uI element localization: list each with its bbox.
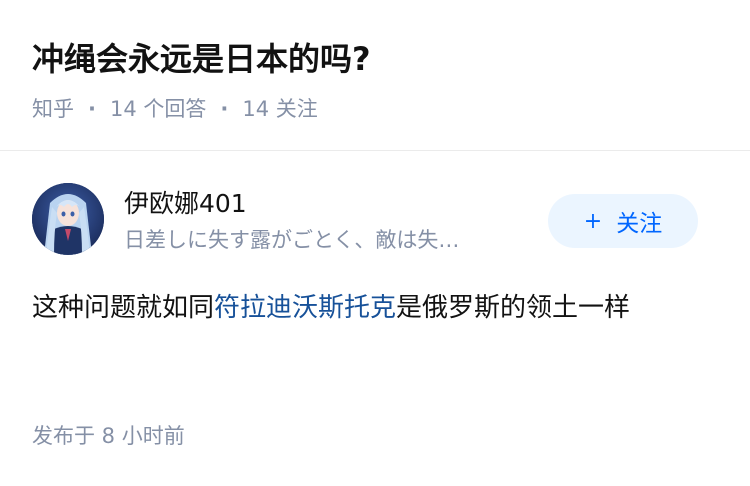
- source-label[interactable]: 知乎: [32, 93, 74, 125]
- question-title[interactable]: 冲绳会永远是日本的吗?: [32, 36, 371, 82]
- answer-keyword-link[interactable]: 符拉迪沃斯托克: [214, 293, 396, 323]
- answer-content[interactable]: 这种问题就如同符拉迪沃斯托克是俄罗斯的领土一样: [32, 285, 712, 331]
- author-info: 伊欧娜401 日差しに失す露がごとく、敵は失…: [124, 185, 544, 257]
- follow-button-label: 关注: [616, 211, 663, 237]
- author-name[interactable]: 伊欧娜401: [124, 185, 544, 223]
- question-meta: 知乎 · 14 个回答 · 14 关注: [32, 93, 318, 125]
- answer-text-after: 是俄罗斯的领土一样: [396, 293, 631, 323]
- followers-count[interactable]: 14 关注: [242, 93, 317, 125]
- avatar[interactable]: [32, 183, 104, 255]
- published-time: 发布于 8 小时前: [32, 424, 185, 448]
- answers-count[interactable]: 14 个回答: [110, 93, 206, 125]
- header-divider: [0, 150, 750, 151]
- meta-separator: ·: [220, 97, 229, 121]
- meta-separator: ·: [88, 97, 96, 121]
- author-bio: 日差しに失す露がごとく、敵は失…: [124, 228, 460, 252]
- question-header: 冲绳会永远是日本的吗? 知乎 · 14 个回答 · 14 关注: [32, 0, 718, 150]
- plus-icon: +: [583, 208, 603, 234]
- author-row: 伊欧娜401 日差しに失す露がごとく、敵は失… + 关注: [32, 183, 718, 263]
- anime-character-avatar-icon: [32, 183, 104, 255]
- follow-button[interactable]: + 关注: [548, 194, 698, 248]
- answer-text-before: 这种问题就如同: [32, 293, 215, 323]
